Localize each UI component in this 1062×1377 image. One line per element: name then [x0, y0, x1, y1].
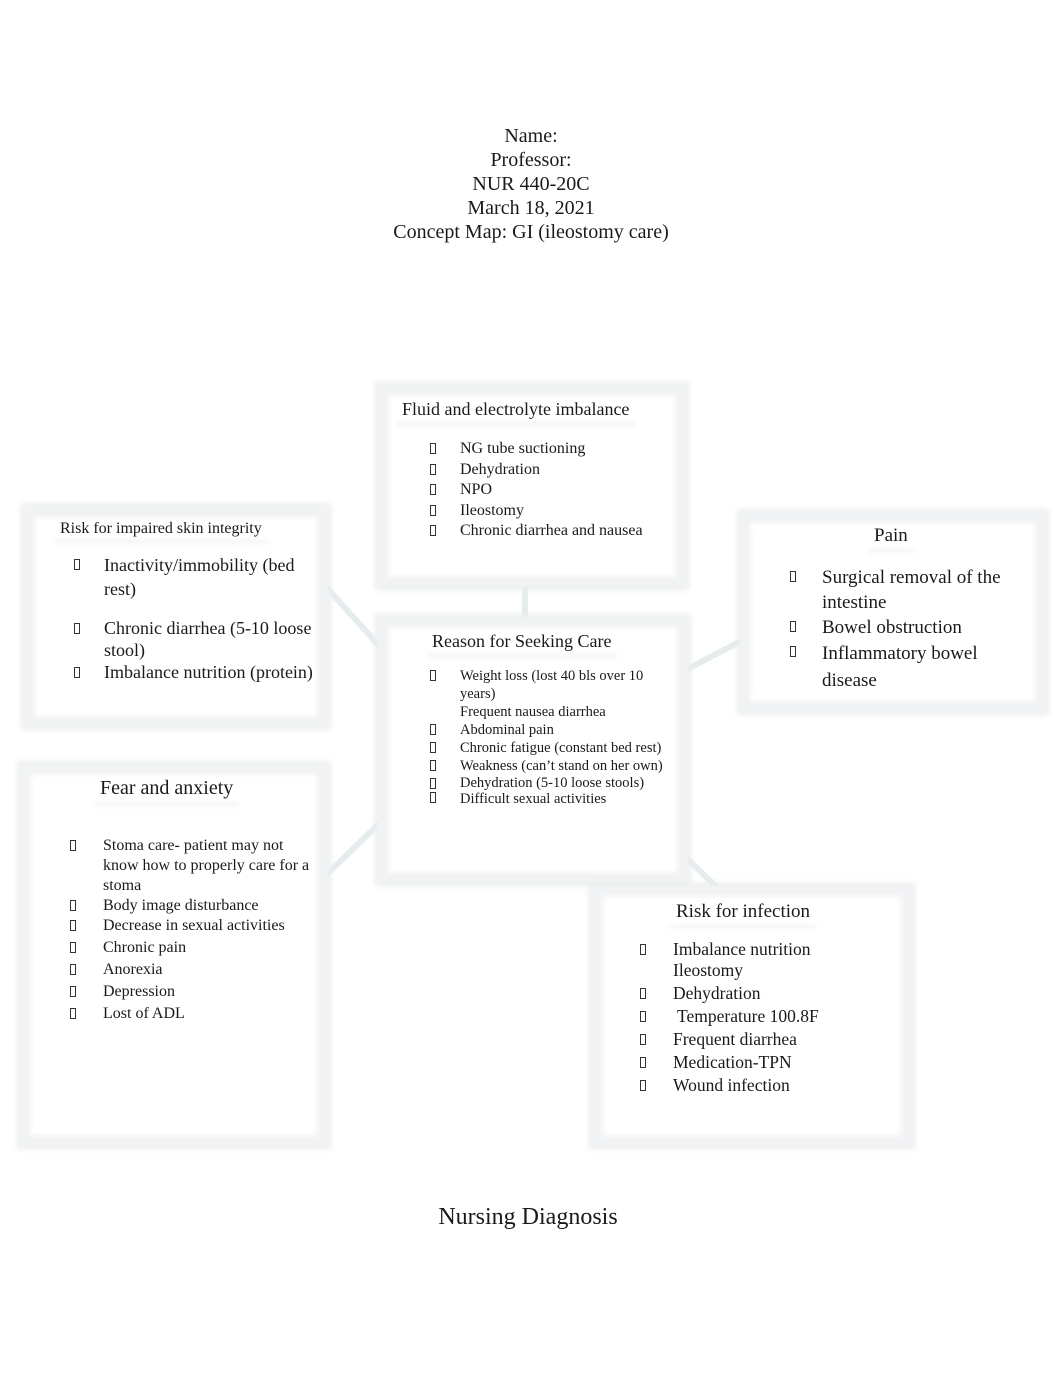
bullet-icon — [430, 504, 436, 516]
bullet-icon — [430, 778, 436, 789]
box-title: Risk for infection — [676, 901, 811, 922]
list-item: Medication-TPN — [640, 1052, 890, 1073]
item-list: Inactivity/immobility (bed rest) Chronic… — [74, 553, 314, 684]
bullet-icon — [790, 621, 796, 632]
item-list: Imbalance nutrition Ileostomy Dehydratio… — [640, 939, 890, 1096]
bullet-icon — [790, 646, 796, 657]
bullet-icon — [70, 840, 76, 851]
list-item: Temperature 100.8F — [640, 1006, 890, 1027]
bullet-icon — [430, 525, 436, 536]
bullet-icon — [70, 986, 76, 997]
list-item: Inflammatory bowel disease — [790, 640, 1030, 694]
list-item: Imbalance nutrition (protein) — [74, 661, 314, 684]
bullet-icon — [70, 900, 76, 911]
list-item: Stoma care- patient may not know how to … — [70, 836, 310, 896]
list-item: Chronic fatigue (constant bed rest) — [430, 739, 666, 757]
list-item: Weight loss (lost 40 bls over 10 years) — [430, 667, 666, 703]
box-title: Fluid and electrolyte imbalance — [402, 399, 630, 419]
box-title: Reason for Seeking Care — [432, 631, 612, 651]
document-date: March 18, 2021 — [467, 197, 595, 219]
list-item: Chronic diarrhea (5-10 loose stool) — [74, 617, 314, 661]
list-item: Chronic diarrhea and nausea — [430, 521, 680, 542]
list-item: Depression — [70, 982, 310, 1002]
bullet-icon — [430, 792, 436, 803]
list-item: Frequent diarrhea — [640, 1029, 890, 1050]
list-item: Decrease in sexual activities — [70, 916, 310, 936]
list-item: NPO — [430, 480, 680, 501]
bullet-icon — [74, 667, 80, 678]
item-list: Weight loss (lost 40 bls over 10 years) … — [430, 667, 666, 807]
nursing-diagnosis-caption: Nursing Diagnosis — [438, 1204, 618, 1230]
list-item: Imbalance nutrition Ileostomy — [640, 939, 890, 981]
list-item: Ileostomy — [430, 501, 680, 522]
bullet-icon — [430, 760, 436, 771]
list-item: Frequent nausea diarrhea — [460, 704, 606, 720]
list-item: Difficult sexual activities — [430, 791, 666, 807]
bullet-icon — [430, 484, 436, 495]
box-pain: Pain Surgical removal of the intestine B… — [740, 512, 1046, 712]
bullet-icon — [430, 742, 436, 753]
bullet-icon — [640, 1080, 646, 1091]
list-item: Dehydration — [430, 460, 680, 481]
list-item: Lost of ADL — [70, 1004, 310, 1024]
document-header: Name: Professor: NUR 440-20C March 18, 2… — [0, 124, 1062, 244]
bullet-icon — [640, 1034, 646, 1045]
list-item: Bowel obstruction — [790, 615, 1030, 640]
document-title: Concept Map: GI (ileostomy care) — [393, 221, 669, 243]
item-list: Stoma care- patient may not know how to … — [70, 836, 310, 1024]
list-item: Surgical removal of the intestine — [790, 565, 1030, 615]
bullet-icon — [430, 463, 436, 475]
list-item: Abdominal pain — [430, 721, 666, 739]
bullet-icon — [640, 944, 646, 955]
list-item: Dehydration (5-10 loose stools) — [430, 775, 666, 791]
box-fear-anxiety: Fear and anxiety Stoma care- patient may… — [20, 764, 328, 1146]
list-item: Wound infection — [640, 1075, 890, 1096]
bullet-icon — [430, 670, 436, 681]
bullet-icon — [430, 724, 436, 735]
bullet-icon — [70, 1008, 76, 1019]
box-risk-infection: Risk for infection Imbalance nutrition I… — [592, 886, 912, 1146]
bullet-icon — [790, 571, 796, 582]
box-reason-for-seeking-care: Reason for Seeking Care Weight loss (los… — [378, 617, 688, 883]
box-title: Risk for impaired skin integrity — [60, 520, 262, 537]
professor-label: Professor: — [490, 149, 572, 171]
box-skin-integrity: Risk for impaired skin integrity Inactiv… — [24, 507, 328, 727]
list-item: Chronic pain — [70, 938, 310, 958]
course-code: NUR 440-20C — [472, 173, 590, 195]
bullet-icon — [70, 942, 76, 953]
bullet-icon — [640, 988, 646, 999]
bullet-icon — [430, 443, 436, 454]
list-item: Inactivity/immobility (bed rest) — [74, 553, 314, 601]
item-list: NG tube suctioning Dehydration NPO Ileos… — [430, 439, 680, 542]
item-list: Surgical removal of the intestine Bowel … — [790, 565, 1030, 694]
list-item: Anorexia — [70, 960, 310, 980]
bullet-icon — [70, 920, 76, 931]
list-item: Body image disturbance — [70, 896, 310, 916]
name-label: Name: — [504, 125, 558, 147]
bullet-icon — [640, 1057, 646, 1068]
box-title: Pain — [874, 525, 908, 546]
box-fluid-electrolyte: Fluid and electrolyte imbalance NG tube … — [378, 385, 686, 587]
list-item: Dehydration — [640, 983, 890, 1004]
bullet-icon — [74, 623, 80, 634]
bullet-icon — [640, 1011, 646, 1022]
list-item: NG tube suctioning — [430, 439, 680, 460]
bullet-icon — [74, 559, 80, 570]
bullet-icon — [70, 964, 76, 975]
list-item: Weakness (can’t stand on her own) — [430, 757, 666, 775]
box-title: Fear and anxiety — [100, 777, 234, 799]
